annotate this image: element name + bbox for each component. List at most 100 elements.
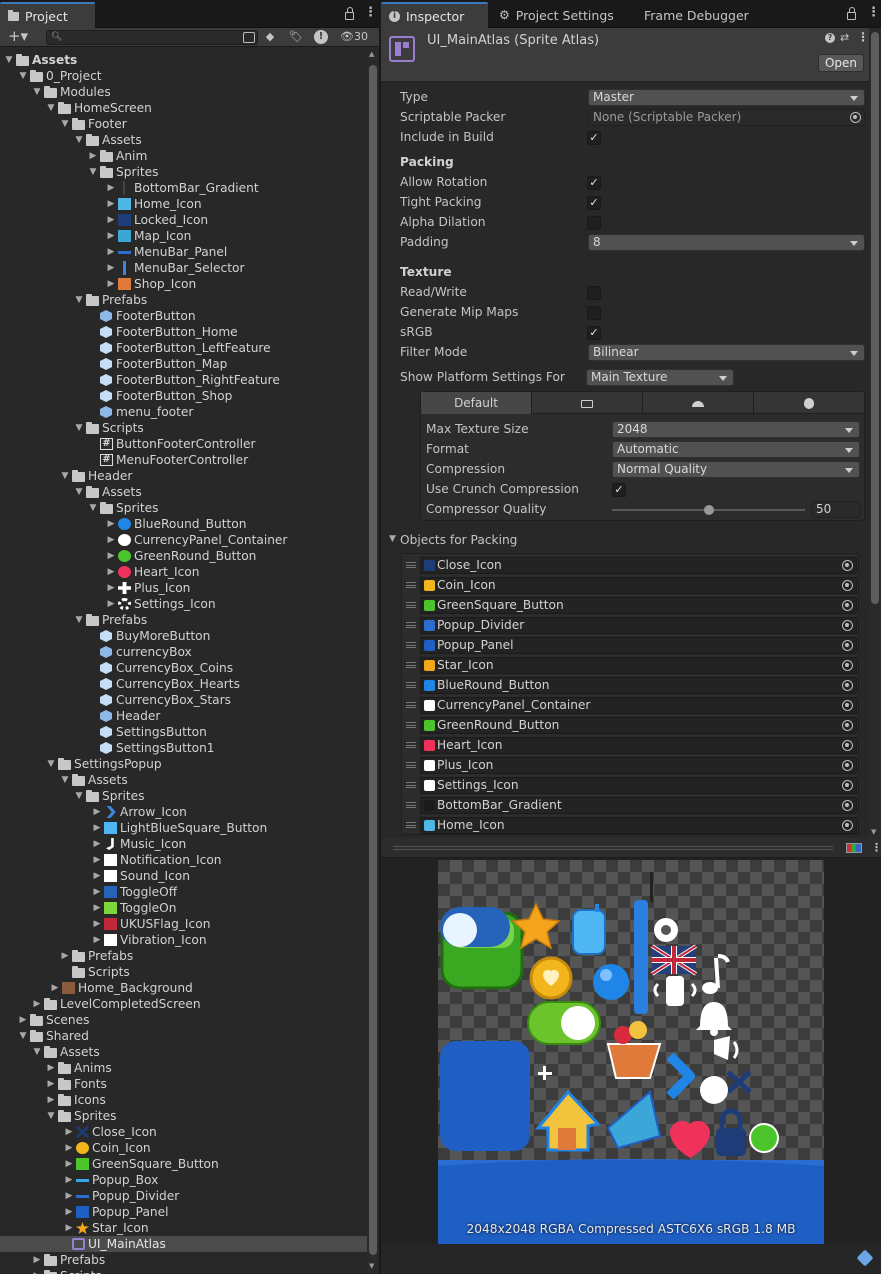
expanded-arrow-icon[interactable]: ▼ <box>60 468 70 484</box>
tree-item[interactable]: FooterButton_RightFeature <box>0 372 367 388</box>
hidden-packages-toggle[interactable]: 👁︎30 <box>340 30 376 44</box>
tree-folder[interactable]: ▼ Assets <box>0 132 367 148</box>
collapsed-arrow-icon[interactable]: ▶ <box>18 1012 28 1028</box>
collapsed-arrow-icon[interactable]: ▶ <box>106 516 116 532</box>
tree-item[interactable]: ▶ Coin_Icon <box>0 1140 367 1156</box>
drag-handle-icon[interactable] <box>406 642 416 648</box>
tab-default[interactable]: Default <box>421 392 532 414</box>
object-picker-icon[interactable] <box>842 760 853 771</box>
collapsed-arrow-icon[interactable]: ▶ <box>64 1172 74 1188</box>
compression-dropdown[interactable]: Normal Quality <box>612 461 860 478</box>
object-list-item[interactable]: Popup_Divider <box>402 616 858 636</box>
object-picker-icon[interactable] <box>842 820 853 831</box>
expanded-arrow-icon[interactable]: ▼ <box>88 500 98 516</box>
tree-folder[interactable]: ▼ Scripts <box>0 420 367 436</box>
tree-folder[interactable]: Scripts <box>0 964 367 980</box>
tree-item[interactable]: ▶ Notification_Icon <box>0 852 367 868</box>
scrollbar-thumb[interactable] <box>369 65 377 1255</box>
object-picker-icon[interactable] <box>842 700 853 711</box>
object-list-item[interactable]: Close_Icon <box>402 556 858 576</box>
tree-item[interactable]: FooterButton <box>0 308 367 324</box>
object-picker-icon[interactable] <box>842 580 853 591</box>
tree-item[interactable]: # MenuFooterController <box>0 452 367 468</box>
read-write-checkbox[interactable] <box>587 286 601 300</box>
collapsed-arrow-icon[interactable]: ▶ <box>92 852 102 868</box>
create-button[interactable]: +▾ <box>5 29 31 44</box>
drag-handle-icon[interactable] <box>406 762 416 768</box>
object-field[interactable]: GreenSquare_Button <box>420 597 857 614</box>
tree-folder[interactable]: ▼ Footer <box>0 116 367 132</box>
include-in-build-checkbox[interactable]: ✓ <box>587 131 601 145</box>
alpha-dilation-checkbox[interactable] <box>587 216 601 230</box>
collapsed-arrow-icon[interactable]: ▶ <box>32 1268 42 1274</box>
filter-mode-dropdown[interactable]: Bilinear <box>588 344 865 361</box>
expanded-arrow-icon[interactable]: ▼ <box>74 788 84 804</box>
tree-item[interactable]: FooterButton_Map <box>0 356 367 372</box>
tree-folder[interactable]: ▶ Icons <box>0 1092 367 1108</box>
object-picker-icon[interactable] <box>842 620 853 631</box>
allow-rotation-checkbox[interactable]: ✓ <box>587 176 601 190</box>
object-picker-icon[interactable] <box>842 600 853 611</box>
tab-project[interactable]: Project <box>0 2 95 28</box>
object-field[interactable]: BlueRound_Button <box>420 677 857 694</box>
collapsed-arrow-icon[interactable]: ▶ <box>106 548 116 564</box>
mip-maps-checkbox[interactable] <box>587 306 601 320</box>
expanded-arrow-icon[interactable]: ▼ <box>32 84 42 100</box>
collapsed-arrow-icon[interactable]: ▶ <box>64 1140 74 1156</box>
filter-by-type-icon[interactable]: ◆ <box>262 30 278 44</box>
tree-item[interactable]: ▶ Sound_Icon <box>0 868 367 884</box>
tree-item[interactable]: menu_footer <box>0 404 367 420</box>
collapsed-arrow-icon[interactable]: ▶ <box>32 1252 42 1268</box>
tree-item[interactable]: ▶ Settings_Icon <box>0 596 367 612</box>
open-button[interactable]: Open <box>818 54 864 72</box>
object-picker-icon[interactable] <box>842 800 853 811</box>
collapsed-arrow-icon[interactable]: ▶ <box>64 1220 74 1236</box>
tree-folder[interactable]: ▼ SettingsPopup <box>0 756 367 772</box>
tab-android[interactable] <box>643 392 754 414</box>
drag-handle-icon[interactable] <box>406 582 416 588</box>
expanded-arrow-icon[interactable]: ▼ <box>74 420 84 436</box>
expanded-arrow-icon[interactable]: ▼ <box>4 52 14 68</box>
tight-packing-checkbox[interactable]: ✓ <box>587 196 601 210</box>
tree-item[interactable]: ▶ Locked_Icon <box>0 212 367 228</box>
collapsed-arrow-icon[interactable]: ▶ <box>106 180 116 196</box>
tree-item[interactable]: ▶ LightBlueSquare_Button <box>0 820 367 836</box>
collapsed-arrow-icon[interactable]: ▶ <box>46 1092 56 1108</box>
tree-item[interactable]: ▶ GreenRound_Button <box>0 548 367 564</box>
collapsed-arrow-icon[interactable]: ▶ <box>50 980 60 996</box>
scroll-up-icon[interactable]: ▲ <box>369 50 374 58</box>
collapsed-arrow-icon[interactable]: ▶ <box>106 244 116 260</box>
object-picker-icon[interactable] <box>842 720 853 731</box>
inspector-scrollbar[interactable]: ▼ <box>869 28 881 838</box>
tree-item[interactable]: ▶ Popup_Divider <box>0 1188 367 1204</box>
collapsed-arrow-icon[interactable]: ▶ <box>60 948 70 964</box>
tree-item[interactable]: ▶ BlueRound_Button <box>0 516 367 532</box>
expanded-arrow-icon[interactable]: ▼ <box>74 132 84 148</box>
collapsed-arrow-icon[interactable]: ▶ <box>92 900 102 916</box>
expanded-arrow-icon[interactable]: ▼ <box>74 484 84 500</box>
object-list-item[interactable]: Settings_Icon <box>402 776 858 796</box>
object-field[interactable]: Popup_Panel <box>420 637 857 654</box>
tree-item[interactable]: SettingsButton <box>0 724 367 740</box>
preview-menu-icon[interactable]: ⋮ <box>871 841 881 854</box>
collapsed-arrow-icon[interactable]: ▶ <box>92 868 102 884</box>
tree-item[interactable]: CurrencyBox_Coins <box>0 660 367 676</box>
collapsed-arrow-icon[interactable]: ▶ <box>92 884 102 900</box>
tree-folder[interactable]: ▼ Assets <box>0 772 367 788</box>
lock-icon[interactable] <box>847 7 856 20</box>
tree-item[interactable]: currencyBox <box>0 644 367 660</box>
preview-resize-handle[interactable] <box>393 846 833 850</box>
srgb-checkbox[interactable]: ✓ <box>587 326 601 340</box>
object-field[interactable]: Coin_Icon <box>420 577 857 594</box>
asset-label-icon[interactable] <box>856 1249 874 1267</box>
tree-folder[interactable]: ▼ Prefabs <box>0 292 367 308</box>
tree-item[interactable]: ▶ UKUSFlag_Icon <box>0 916 367 932</box>
tree-folder[interactable]: ▼ Sprites <box>0 1108 367 1124</box>
object-list-item[interactable]: Star_Icon <box>402 656 858 676</box>
collapsed-arrow-icon[interactable]: ▶ <box>106 276 116 292</box>
collapsed-arrow-icon[interactable]: ▶ <box>106 212 116 228</box>
object-field[interactable]: Heart_Icon <box>420 737 857 754</box>
object-field[interactable]: Plus_Icon <box>420 757 857 774</box>
kebab-menu-icon[interactable]: ⋮ <box>364 6 377 19</box>
object-picker-icon[interactable] <box>842 640 853 651</box>
